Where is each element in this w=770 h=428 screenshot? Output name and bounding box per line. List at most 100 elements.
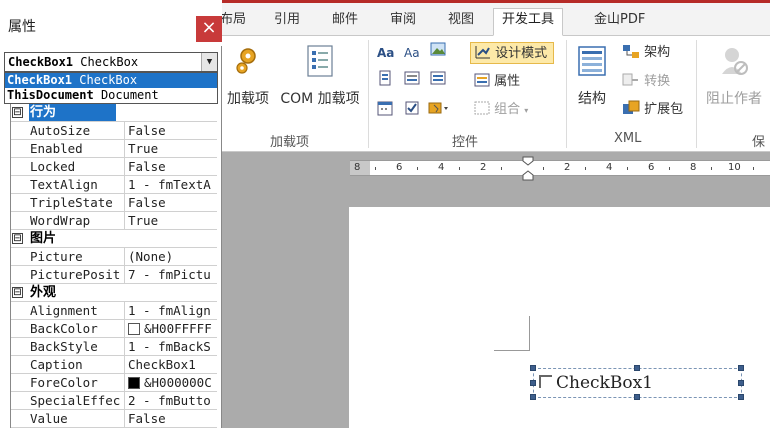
property-value[interactable]: 2 - fmButto: [127, 392, 217, 409]
tab-developer[interactable]: 开发工具: [493, 8, 564, 36]
ruler-label: 4: [438, 162, 445, 173]
property-value[interactable]: False: [127, 194, 217, 211]
resize-handle[interactable]: [634, 394, 640, 400]
property-value[interactable]: 1 - fmTextA: [127, 176, 217, 193]
property-value[interactable]: CheckBox1: [127, 356, 217, 373]
legacy-tools-control[interactable]: [428, 100, 450, 122]
chevron-down-icon[interactable]: ▼: [201, 53, 217, 71]
resize-handle[interactable]: [738, 365, 744, 371]
property-value[interactable]: 1 - fmAlign: [127, 302, 217, 319]
color-swatch: [128, 377, 140, 389]
tab-mailings[interactable]: 邮件: [324, 9, 366, 36]
properties-title-bar[interactable]: 属性 ×: [0, 0, 222, 46]
resize-handle[interactable]: [530, 394, 536, 400]
property-value[interactable]: 7 - fmPictu: [127, 266, 217, 283]
addins-button[interactable]: 加载项: [224, 44, 272, 108]
property-row[interactable]: Value False: [11, 410, 217, 428]
property-value[interactable]: False: [127, 410, 217, 427]
date-picker-control[interactable]: [377, 100, 393, 122]
indent-marker-icon[interactable]: [522, 156, 534, 182]
properties-button[interactable]: 属性: [474, 71, 520, 93]
property-row[interactable]: WordWrap True: [11, 212, 217, 230]
plain-text-control[interactable]: Aa: [404, 42, 420, 64]
property-value[interactable]: True: [127, 212, 217, 229]
object-option-checkbox1[interactable]: CheckBox1 CheckBox: [5, 73, 217, 88]
block-authors-button[interactable]: 阻止作者: [700, 44, 768, 108]
property-row[interactable]: TripleState False: [11, 194, 217, 212]
tab-references[interactable]: 引用: [266, 9, 308, 36]
property-category-row[interactable]: ⊟ 行为: [11, 104, 217, 122]
combo-box-control[interactable]: [404, 70, 420, 92]
expansion-pack-button[interactable]: 扩展包: [622, 99, 683, 121]
property-value[interactable]: False: [127, 122, 217, 139]
word-window: 布局 引用 邮件 审阅 视图 开发工具 金山PDF 加载项 COM 加载项 加载…: [0, 0, 770, 428]
property-value[interactable]: &H00FFFFF: [127, 320, 217, 337]
property-row[interactable]: Enabled True: [11, 140, 217, 158]
tab-review[interactable]: 审阅: [382, 9, 424, 36]
ruler-tick: [501, 167, 502, 170]
collapse-icon[interactable]: ⊟: [12, 107, 23, 118]
property-category-row[interactable]: ⊟ 图片: [11, 230, 217, 248]
resize-handle[interactable]: [530, 365, 536, 371]
property-row[interactable]: ForeColor &H000000C: [11, 374, 217, 392]
com-addins-button[interactable]: COM 加载项: [276, 44, 364, 108]
checkbox-activex-control[interactable]: CheckBox1: [530, 365, 744, 400]
horizontal-ruler[interactable]: 8 6 4 2 2 4 6 8 10: [350, 156, 770, 181]
tab-kingsoft-pdf[interactable]: 金山PDF: [586, 9, 653, 36]
property-row[interactable]: TextAlign 1 - fmTextA: [11, 176, 217, 194]
object-option-thisdocument[interactable]: ThisDocument Document: [5, 88, 217, 103]
picture-control[interactable]: [430, 42, 446, 64]
property-value[interactable]: 1 - fmBackS: [127, 338, 217, 355]
property-row[interactable]: BackColor &H00FFFFF: [11, 320, 217, 338]
property-row[interactable]: AutoSize False: [11, 122, 217, 140]
dropdown-list-icon: [430, 71, 446, 85]
group-button[interactable]: 组合 ▾: [474, 99, 528, 121]
properties-icon: [474, 73, 490, 87]
dropdown-list-control[interactable]: [430, 70, 446, 92]
property-name: Caption: [29, 356, 125, 373]
building-block-control[interactable]: [377, 70, 393, 92]
transform-button[interactable]: 转换: [622, 71, 670, 93]
group-label: 组合: [494, 102, 521, 117]
properties-window: 属性 × CheckBox1 CheckBox ▼ CheckBox1 Chec…: [0, 0, 222, 428]
property-row[interactable]: Caption CheckBox1: [11, 356, 217, 374]
property-value[interactable]: True: [127, 140, 217, 157]
schema-button[interactable]: 架构: [622, 42, 670, 64]
collapse-icon[interactable]: ⊟: [12, 233, 23, 244]
property-row[interactable]: Locked False: [11, 158, 217, 176]
resize-handle[interactable]: [738, 380, 744, 386]
checkbox-icon: [405, 101, 419, 115]
resize-handle[interactable]: [530, 380, 536, 386]
ruler-tick: [711, 167, 712, 170]
properties-title: 属性: [8, 19, 36, 35]
property-name: ForeColor: [29, 374, 125, 391]
margin-corner-mark: [494, 350, 530, 351]
property-value[interactable]: (None): [127, 248, 217, 265]
property-value[interactable]: False: [127, 158, 217, 175]
tab-view[interactable]: 视图: [440, 9, 482, 36]
resize-handle[interactable]: [634, 365, 640, 371]
structure-button[interactable]: 结构: [572, 44, 612, 108]
collapse-icon[interactable]: ⊟: [12, 287, 23, 298]
group-separator: [696, 40, 697, 148]
object-option-name: ThisDocument: [7, 88, 94, 102]
property-row[interactable]: BackStyle 1 - fmBackS: [11, 338, 217, 356]
property-row[interactable]: SpecialEffec 2 - fmButto: [11, 392, 217, 410]
checkbox-square[interactable]: [539, 375, 552, 388]
ruler-tick: [585, 167, 586, 170]
resize-handle[interactable]: [738, 394, 744, 400]
property-value[interactable]: &H000000C: [127, 374, 217, 391]
close-button[interactable]: ×: [196, 16, 222, 42]
property-row[interactable]: Alignment 1 - fmAlign: [11, 302, 217, 320]
ruler-label: 6: [396, 162, 403, 173]
property-row[interactable]: Picture (None): [11, 248, 217, 266]
property-category-row[interactable]: ⊟ 外观: [11, 284, 217, 302]
ruler-tick: [417, 167, 418, 170]
design-mode-button[interactable]: 设计模式: [470, 42, 555, 64]
property-row[interactable]: PicturePosit 7 - fmPictu: [11, 266, 217, 284]
rich-text-control[interactable]: Aa: [377, 42, 394, 64]
checkbox-control[interactable]: [404, 100, 420, 122]
ruler-label: 4: [606, 162, 613, 173]
ruler-label: 8: [690, 162, 697, 173]
object-selector[interactable]: CheckBox1 CheckBox ▼: [4, 52, 218, 72]
